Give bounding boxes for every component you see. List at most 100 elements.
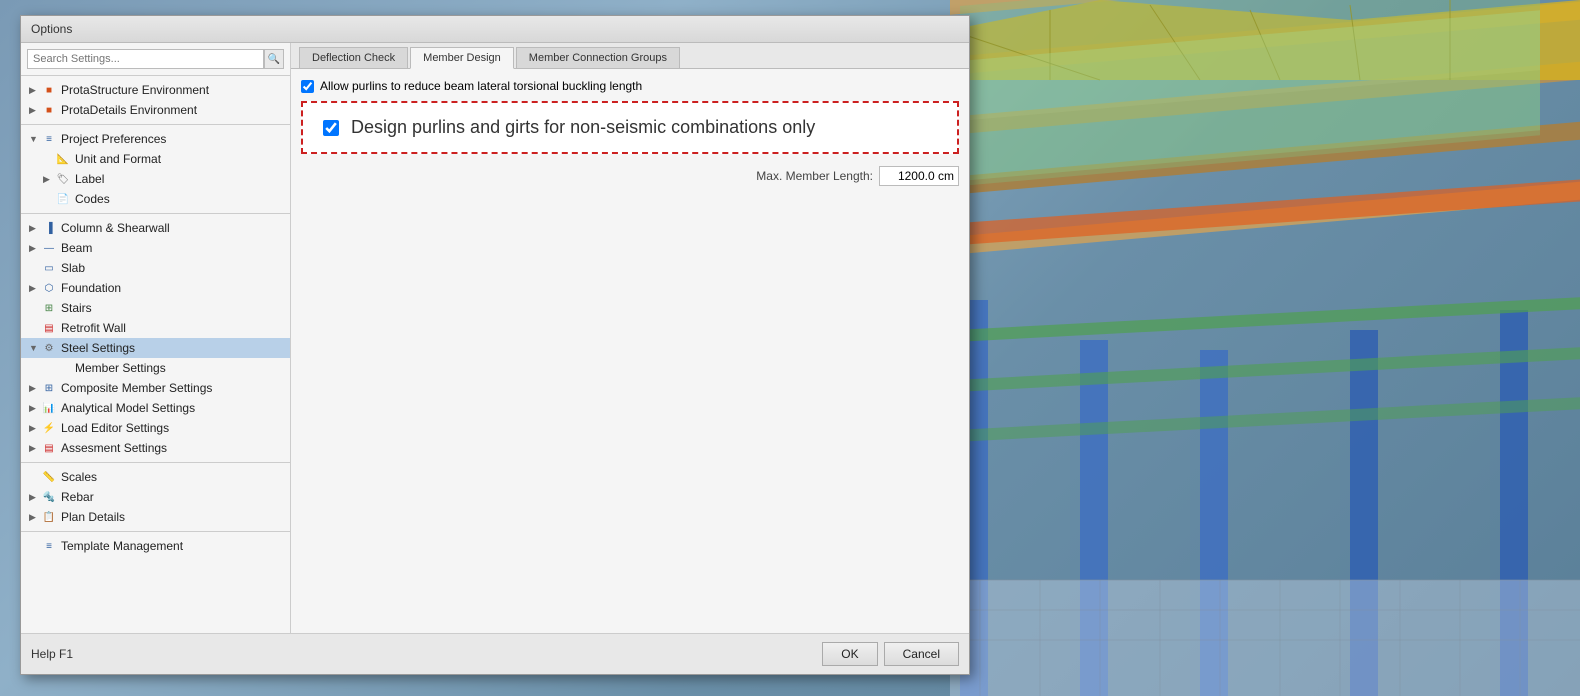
sidebar-label: Slab [61, 261, 85, 275]
sidebar-item-prota-structure[interactable]: ▶ ■ ProtaStructure Environment [21, 80, 290, 100]
max-length-input[interactable] [879, 166, 959, 186]
sidebar-item-scales[interactable]: 📏 Scales [21, 467, 290, 487]
cancel-button[interactable]: Cancel [884, 642, 959, 666]
expand-arrow: ▶ [29, 423, 39, 434]
expand-arrow: ▶ [29, 105, 39, 116]
sidebar-item-rebar[interactable]: ▶ 🔩 Rebar [21, 487, 290, 507]
expand-arrow: ▶ [29, 85, 39, 96]
sidebar-item-member-settings[interactable]: Member Settings [21, 358, 290, 378]
sidebar-label: Retrofit Wall [61, 321, 126, 335]
item-icon: ⬡ [41, 281, 57, 295]
sidebar-item-beam[interactable]: ▶ — Beam [21, 238, 290, 258]
sidebar-label: Label [75, 172, 104, 186]
search-button[interactable]: 🔍 [264, 49, 284, 69]
options-sidebar: 🔍 ▶ ■ ProtaStructure Environment ▶ ■ Pro… [21, 43, 291, 633]
checkbox-purlins-label: Allow purlins to reduce beam lateral tor… [320, 79, 642, 93]
sidebar-label: Composite Member Settings [61, 381, 212, 395]
expand-arrow: ▶ [29, 223, 39, 234]
sidebar-item-prota-details[interactable]: ▶ ■ ProtaDetails Environment [21, 100, 290, 120]
dialog-footer: Help F1 OK Cancel [21, 633, 969, 674]
item-icon: ■ [41, 103, 57, 117]
item-icon: 📏 [41, 470, 57, 484]
sidebar-label: Assesment Settings [61, 441, 167, 455]
sidebar-item-foundation[interactable]: ▶ ⬡ Foundation [21, 278, 290, 298]
sidebar-item-label[interactable]: ▶ 🏷 Label [21, 169, 290, 189]
highlight-box-design-purlins: Design purlins and girts for non-seismic… [301, 101, 959, 154]
tab-deflection-check[interactable]: Deflection Check [299, 47, 408, 68]
tab-content-member-design: Allow purlins to reduce beam lateral tor… [291, 69, 969, 633]
item-icon: ▤ [41, 321, 57, 335]
sidebar-item-project-prefs[interactable]: ▼ ≡ Project Preferences [21, 129, 290, 149]
sidebar-item-stairs[interactable]: ⊞ Stairs [21, 298, 290, 318]
checkbox-design-purlins-label: Design purlins and girts for non-seismic… [351, 117, 815, 138]
sidebar-label: Scales [61, 470, 97, 484]
item-icon: ▭ [41, 261, 57, 275]
expand-arrow: ▶ [29, 243, 39, 254]
expand-arrow: ▶ [29, 492, 39, 503]
item-icon: ▤ [41, 441, 57, 455]
sidebar-label: Analytical Model Settings [61, 401, 195, 415]
sidebar-item-slab[interactable]: ▭ Slab [21, 258, 290, 278]
item-icon: 📊 [41, 401, 57, 415]
dialog-title: Options [31, 22, 72, 36]
checkbox-row-purlins: Allow purlins to reduce beam lateral tor… [301, 79, 959, 93]
sidebar-label: Template Management [61, 539, 183, 553]
sidebar-divider [21, 531, 290, 532]
help-label: Help F1 [31, 647, 73, 661]
sidebar-label: Load Editor Settings [61, 421, 169, 435]
search-input[interactable] [27, 49, 264, 69]
sidebar-divider [21, 462, 290, 463]
item-icon: 🔩 [41, 490, 57, 504]
item-icon: ▐ [41, 221, 57, 235]
expand-arrow: ▶ [29, 443, 39, 454]
sidebar-item-unit-format[interactable]: 📐 Unit and Format [21, 149, 290, 169]
item-icon: 🏷 [55, 172, 71, 186]
sidebar-label: ProtaDetails Environment [61, 103, 197, 117]
expand-arrow: ▼ [29, 134, 39, 144]
sidebar-item-assessment[interactable]: ▶ ▤ Assesment Settings [21, 438, 290, 458]
item-icon: ■ [41, 83, 57, 97]
sidebar-label: Plan Details [61, 510, 125, 524]
sidebar-item-analytical[interactable]: ▶ 📊 Analytical Model Settings [21, 398, 290, 418]
item-icon: ≡ [41, 539, 57, 553]
max-length-label: Max. Member Length: [756, 169, 873, 183]
dialog-titlebar: Options [21, 16, 969, 43]
item-icon: ⚙ [41, 341, 57, 355]
expand-arrow: ▼ [29, 343, 39, 353]
item-icon [55, 361, 71, 375]
sidebar-label: Column & Shearwall [61, 221, 170, 235]
expand-arrow: ▶ [29, 283, 39, 294]
expand-arrow: ▶ [29, 383, 39, 394]
sidebar-label: Unit and Format [75, 152, 161, 166]
ok-button[interactable]: OK [822, 642, 877, 666]
sidebar-item-plan-details[interactable]: ▶ 📋 Plan Details [21, 507, 290, 527]
item-icon: ⊞ [41, 301, 57, 315]
sidebar-item-load-editor[interactable]: ▶ ⚡ Load Editor Settings [21, 418, 290, 438]
sidebar-item-column[interactable]: ▶ ▐ Column & Shearwall [21, 218, 290, 238]
item-icon: ⊞ [41, 381, 57, 395]
sidebar-item-retrofit-wall[interactable]: ▤ Retrofit Wall [21, 318, 290, 338]
sidebar-label: Codes [75, 192, 110, 206]
checkbox-design-purlins[interactable] [323, 120, 339, 136]
tab-member-connection-groups[interactable]: Member Connection Groups [516, 47, 680, 68]
sidebar-tree: ▶ ■ ProtaStructure Environment ▶ ■ Prota… [21, 76, 290, 633]
item-icon: 📐 [55, 152, 71, 166]
main-content: Deflection Check Member Design Member Co… [291, 43, 969, 633]
sidebar-label: Project Preferences [61, 132, 166, 146]
item-icon: 📄 [55, 192, 71, 206]
sidebar-label: Foundation [61, 281, 121, 295]
item-icon: 📋 [41, 510, 57, 524]
tab-member-design[interactable]: Member Design [410, 47, 514, 69]
sidebar-item-steel-settings[interactable]: ▼ ⚙ Steel Settings [21, 338, 290, 358]
tabs-bar: Deflection Check Member Design Member Co… [291, 43, 969, 69]
sidebar-item-codes[interactable]: 📄 Codes [21, 189, 290, 209]
sidebar-item-template-mgmt[interactable]: ≡ Template Management [21, 536, 290, 556]
checkbox-purlins-reduce[interactable] [301, 80, 314, 93]
sidebar-label: Member Settings [75, 361, 166, 375]
sidebar-label: Rebar [61, 490, 94, 504]
expand-arrow: ▶ [29, 403, 39, 414]
item-icon: ⚡ [41, 421, 57, 435]
expand-arrow: ▶ [29, 512, 39, 523]
sidebar-item-composite[interactable]: ▶ ⊞ Composite Member Settings [21, 378, 290, 398]
options-dialog: Options 🔍 ▶ ■ ProtaStructure Environment… [20, 15, 970, 675]
